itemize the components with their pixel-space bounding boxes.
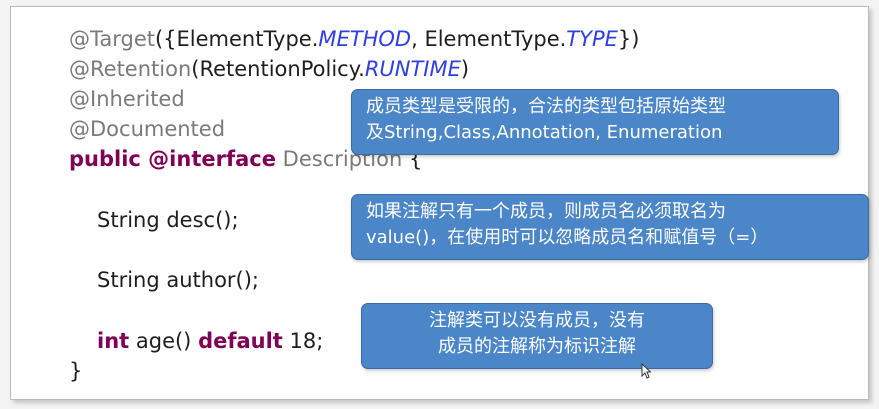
callout-marker-annotation-line2: 成员的注解称为标识注解 (438, 336, 636, 357)
target-args-open: ({ElementType. (154, 27, 319, 51)
const-runtime: RUNTIME (364, 57, 461, 81)
slide-canvas: @Target({ElementType.METHOD, ElementType… (10, 6, 869, 400)
keyword-default: default (198, 329, 283, 353)
const-method: METHOD (318, 27, 412, 51)
code-line-desc: String desc(); (97, 208, 239, 232)
code-line-retention: @Retention(RetentionPolicy.RUNTIME) (69, 55, 469, 83)
code-line-author: String author(); (97, 268, 260, 292)
code-line-target: @Target({ElementType.METHOD, ElementType… (69, 25, 639, 53)
code-line-inherited: @Inherited (69, 87, 185, 111)
retention-args-open: (RetentionPolicy. (191, 57, 365, 81)
callout-member-types-line1: 成员类型是受限的，合法的类型包括原始类型 (366, 96, 726, 117)
callout-single-member-line1: 如果注解只有一个成员，则成员名必须取名为 (366, 201, 726, 222)
close-brace: } (69, 359, 83, 383)
const-type: TYPE (566, 27, 618, 51)
mouse-cursor-icon (641, 363, 651, 379)
target-args-close: }) (617, 27, 640, 51)
keyword-int: int (97, 329, 130, 353)
annotation-retention: @Retention (69, 57, 192, 81)
callout-member-types: 成员类型是受限的，合法的类型包括原始类型 及String,Class,Annot… (351, 89, 839, 155)
annotation-target: @Target (69, 27, 155, 51)
callout-single-member: 如果注解只有一个成员，则成员名必须取名为 value()，在使用时可以忽略成员名… (351, 194, 869, 260)
code-line-documented: @Documented (69, 117, 226, 141)
callout-marker-annotation-line1: 注解类可以没有成员，没有 (429, 310, 645, 331)
callout-marker-annotation: 注解类可以没有成员，没有 成员的注解称为标识注解 (361, 303, 713, 369)
method-age: age() (135, 329, 192, 353)
code-line-age: int age() default 18; (97, 327, 323, 355)
keyword-public-interface: public @interface (69, 147, 276, 171)
target-args-mid: , ElementType. (411, 27, 567, 51)
callout-single-member-line2: value()，在使用时可以忽略成员名和赋值号（=） (366, 227, 769, 248)
retention-args-close: ) (460, 57, 470, 81)
default-value: 18; (289, 329, 324, 353)
callout-member-types-line2: 及String,Class,Annotation, Enumeration (366, 122, 723, 143)
